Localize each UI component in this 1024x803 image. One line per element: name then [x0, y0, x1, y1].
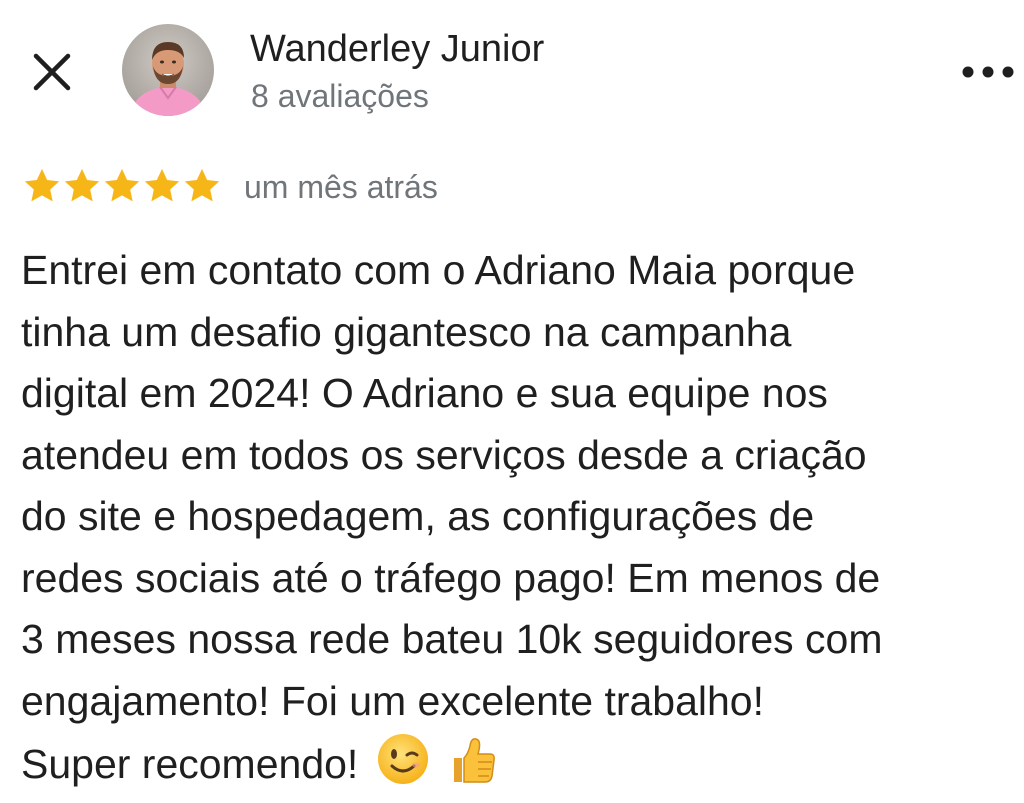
review-time: um mês atrás — [244, 169, 438, 205]
more-options-button[interactable] — [956, 46, 1020, 98]
avatar-photo — [122, 24, 214, 116]
star-icon — [184, 169, 220, 202]
author-name[interactable]: Wanderley Junior — [250, 26, 544, 72]
more-horizontal-icon — [962, 66, 1014, 78]
review-text: Entrei em contato com o Adriano Maia por… — [21, 247, 883, 787]
close-icon — [33, 53, 71, 91]
winking-face-emoji — [378, 734, 429, 784]
star-icon — [144, 169, 180, 202]
avatar[interactable] — [122, 24, 214, 116]
review-text-block: Entrei em contato com o Adriano Maia por… — [21, 240, 1011, 796]
emoji-row — [376, 732, 498, 786]
star-icon — [64, 169, 100, 202]
thumbs-up-emoji — [454, 738, 496, 783]
star-icon — [24, 169, 60, 202]
review-count: 8 avaliações — [251, 78, 429, 114]
star-icon — [104, 169, 140, 202]
star-rating — [22, 166, 222, 206]
close-button[interactable] — [26, 46, 78, 98]
